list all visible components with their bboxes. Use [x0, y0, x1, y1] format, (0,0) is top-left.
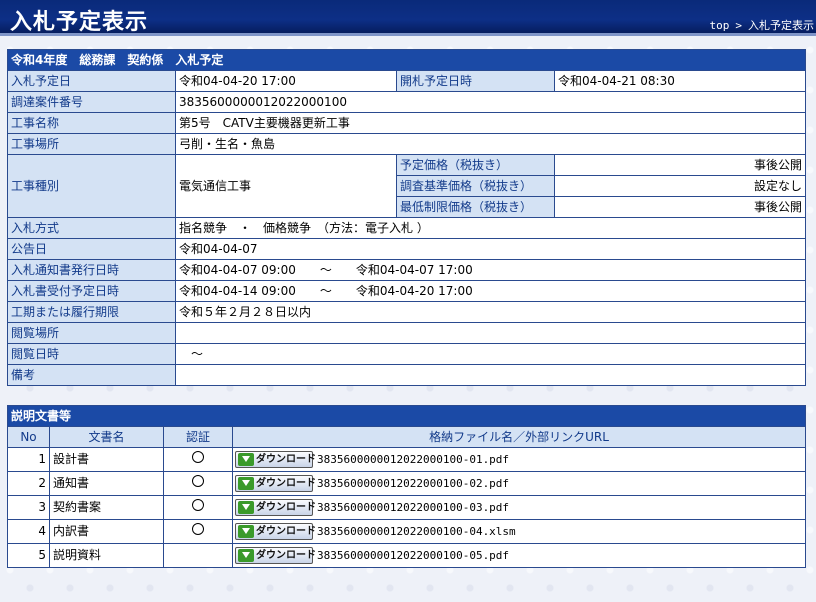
work-name-label: 工事名称	[7, 112, 176, 134]
period-label: 工期または履行期限	[7, 301, 176, 323]
bid-method-value: 指名競争 ・ 価格競争 （方法：電子入札 ）	[174, 217, 807, 239]
bid-detail-table: 令和4年度 総務課 契約係 入札予定 入札予定日 令和04-04-20 17:0…	[6, 49, 807, 386]
doc-file-name: 3835600000012022000100-05.pdf	[317, 549, 510, 562]
doc-name: 内訳書	[49, 519, 164, 544]
page-title: 入札予定表示	[10, 10, 149, 35]
survey-price-label: 調査基準価格（税抜き）	[396, 175, 555, 197]
doc-file-cell: ダウンロード 3835600000012022000100-04.xlsm	[231, 519, 807, 544]
bid-accept-value: 令和04-04-14 09:00 ～ 令和04-04-20 17:00	[174, 280, 807, 302]
download-button[interactable]: ダウンロード	[235, 499, 316, 516]
open-date-label: 開札予定日時	[396, 70, 555, 92]
download-label: ダウンロード	[256, 502, 316, 513]
doc-no: 2	[7, 471, 50, 496]
table-row: 5 説明資料 ダウンロード 3835600000012022000100-05.pdf	[7, 543, 807, 568]
auth-mark-icon	[192, 523, 204, 535]
table-row: 1 設計書 ダウンロード 3835600000012022000100-01.pdf	[7, 447, 807, 472]
breadcrumb-current: 入札予定表示	[748, 19, 814, 32]
download-button[interactable]: ダウンロード	[235, 451, 316, 468]
bid-accept-label: 入札書受付予定日時	[7, 280, 176, 302]
planned-price-label: 予定価格（税抜き）	[396, 154, 555, 176]
col-file: 格納ファイル名／外部リンクURL	[231, 426, 807, 448]
doc-auth	[163, 519, 233, 544]
auth-mark-icon	[192, 451, 204, 463]
doc-no: 5	[7, 543, 50, 568]
doc-auth	[163, 495, 233, 520]
work-type-label: 工事種別	[7, 154, 176, 218]
download-button[interactable]: ダウンロード	[235, 475, 316, 492]
doc-file-cell: ダウンロード 3835600000012022000100-03.pdf	[231, 495, 807, 520]
period-value: 令和５年２月２８日以内	[174, 301, 807, 323]
bid-method-label: 入札方式	[7, 217, 176, 239]
download-button[interactable]: ダウンロード	[235, 523, 316, 540]
download-icon	[238, 549, 254, 562]
download-label: ダウンロード	[256, 526, 316, 537]
open-date-value: 令和04-04-21 08:30	[553, 70, 807, 92]
col-doc-name: 文書名	[49, 426, 164, 448]
doc-name: 設計書	[49, 447, 164, 472]
remarks-label: 備考	[7, 364, 176, 386]
remarks-value	[174, 364, 807, 386]
title-bar: 入札予定表示 top > 入札予定表示	[0, 0, 816, 36]
work-type-value: 電気通信工事	[175, 154, 397, 218]
doc-auth	[163, 543, 233, 568]
work-name-value: 第5号 CATV主要機器更新工事	[174, 112, 807, 134]
doc-file-name: 3835600000012022000100-01.pdf	[317, 453, 510, 466]
doc-name: 通知書	[49, 471, 164, 496]
doc-auth	[163, 471, 233, 496]
min-price-label: 最低制限価格（税抜き）	[396, 196, 555, 218]
notice-date-value: 令和04-04-07	[174, 238, 807, 260]
survey-price-value: 設定なし	[553, 175, 807, 197]
doc-name: 説明資料	[49, 543, 164, 568]
breadcrumb-separator: >	[735, 19, 742, 32]
doc-file-cell: ダウンロード 3835600000012022000100-05.pdf	[231, 543, 807, 568]
notice-issue-label: 入札通知書発行日時	[7, 259, 176, 281]
doc-file-name: 3835600000012022000100-03.pdf	[317, 501, 510, 514]
bid-date-value: 令和04-04-20 17:00	[175, 70, 397, 92]
col-auth: 認証	[163, 426, 233, 448]
documents-table: 説明文書等 No 文書名 認証 格納ファイル名／外部リンクURL 1 設計書ダウン…	[6, 405, 807, 568]
notice-date-label: 公告日	[7, 238, 176, 260]
doc-no: 1	[7, 447, 50, 472]
col-no: No	[7, 426, 50, 448]
download-icon	[238, 525, 254, 538]
min-price-value: 事後公開	[553, 196, 807, 218]
notice-issue-value: 令和04-04-07 09:00 ～ 令和04-04-07 17:00	[174, 259, 807, 281]
download-label: ダウンロード	[256, 550, 316, 561]
procurement-no-label: 調達案件番号	[7, 91, 176, 113]
download-icon	[238, 453, 254, 466]
doc-no: 4	[7, 519, 50, 544]
doc-no: 3	[7, 495, 50, 520]
download-button[interactable]: ダウンロード	[235, 547, 316, 564]
work-place-label: 工事場所	[7, 133, 176, 155]
view-place-value	[174, 322, 807, 344]
download-label: ダウンロード	[256, 454, 316, 465]
breadcrumb-top-link[interactable]: top	[710, 19, 730, 32]
doc-file-cell: ダウンロード 3835600000012022000100-02.pdf	[231, 471, 807, 496]
procurement-no-value: 3835600000012022000100	[174, 91, 807, 113]
doc-auth	[163, 447, 233, 472]
doc-file-name: 3835600000012022000100-04.xlsm	[317, 525, 516, 538]
doc-name: 契約書案	[49, 495, 164, 520]
breadcrumb: top > 入札予定表示	[710, 17, 815, 33]
auth-mark-icon	[192, 499, 204, 511]
table-row: 3 契約書案 ダウンロード 3835600000012022000100-03.pdf	[7, 495, 807, 520]
view-date-value: ～	[174, 343, 807, 365]
download-icon	[238, 477, 254, 490]
auth-mark-icon	[192, 475, 204, 487]
bid-date-label: 入札予定日	[7, 70, 176, 92]
work-place-value: 弓削・生名・魚島	[174, 133, 807, 155]
download-label: ダウンロード	[256, 478, 316, 489]
view-place-label: 閲覧場所	[7, 322, 176, 344]
detail-heading: 令和4年度 総務課 契約係 入札予定	[6, 49, 807, 71]
view-date-label: 閲覧日時	[7, 343, 176, 365]
documents-heading: 説明文書等	[6, 405, 807, 427]
table-row: 4 内訳書 ダウンロード 3835600000012022000100-04.xlsm	[7, 519, 807, 544]
download-icon	[238, 501, 254, 514]
doc-file-name: 3835600000012022000100-02.pdf	[317, 477, 510, 490]
planned-price-value: 事後公開	[553, 154, 807, 176]
table-row: 2 通知書 ダウンロード 3835600000012022000100-02.pdf	[7, 471, 807, 496]
doc-file-cell: ダウンロード 3835600000012022000100-01.pdf	[231, 447, 807, 472]
